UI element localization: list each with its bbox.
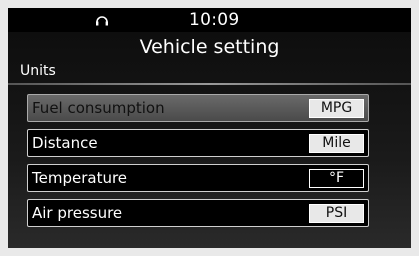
section-label-units: Units <box>20 63 56 79</box>
status-bar: 10:09 <box>8 8 411 32</box>
setting-label: Distance <box>32 134 98 152</box>
vehicle-settings-screen: 10:09 Vehicle setting Units Fuel consump… <box>8 8 411 248</box>
setting-row-temperature[interactable]: Temperature °F <box>27 164 369 192</box>
setting-value: °F <box>309 169 364 188</box>
setting-label: Fuel consumption <box>32 99 165 117</box>
headset-icon <box>96 16 108 26</box>
title-divider <box>8 83 411 85</box>
setting-label: Air pressure <box>32 204 123 222</box>
setting-value: PSI <box>309 204 364 223</box>
setting-row-distance[interactable]: Distance Mile <box>27 129 369 157</box>
setting-row-air-pressure[interactable]: Air pressure PSI <box>27 199 369 227</box>
setting-label: Temperature <box>32 169 128 187</box>
clock: 10:09 <box>189 10 240 30</box>
display-bezel: 10:09 Vehicle setting Units Fuel consump… <box>0 0 419 256</box>
setting-row-fuel-consumption[interactable]: Fuel consumption MPG <box>27 94 369 122</box>
setting-value: MPG <box>309 99 364 118</box>
page-title: Vehicle setting <box>139 36 280 58</box>
setting-value: Mile <box>309 134 364 153</box>
